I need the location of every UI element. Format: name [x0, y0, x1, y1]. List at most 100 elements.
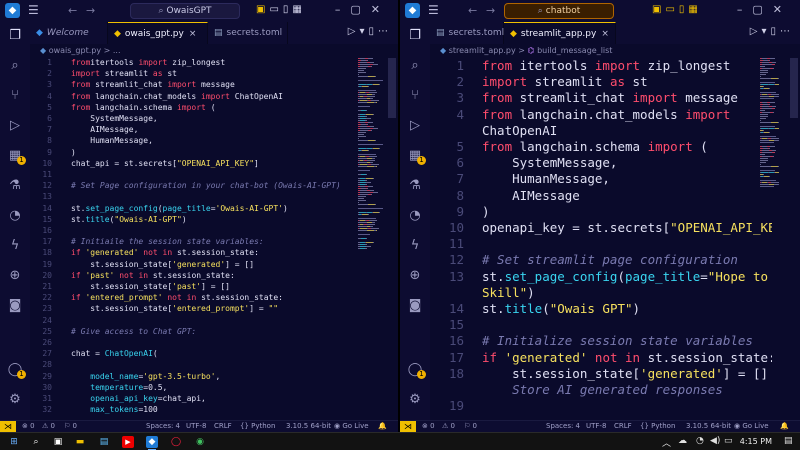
- youtube-icon[interactable]: ▶: [122, 436, 134, 448]
- store-icon[interactable]: ▤: [98, 436, 110, 448]
- back-arrow-icon[interactable]: ←: [468, 4, 477, 17]
- warnings-count[interactable]: ⚠ 0: [442, 421, 455, 432]
- code-line[interactable]: from langchain.chat_models import: [482, 107, 730, 122]
- run-debug-icon[interactable]: ▷: [407, 118, 423, 134]
- settings-gear-icon[interactable]: ⚙: [7, 392, 23, 408]
- tab-streamlit-app[interactable]: ◆ streamlit_app.py ×: [504, 22, 616, 44]
- code-line[interactable]: st.session_state['generated'] = [] #: [482, 366, 772, 381]
- code-line[interactable]: import streamlit as st: [482, 74, 648, 89]
- code-line[interactable]: max_tokens=100: [71, 405, 157, 414]
- editor-actions[interactable]: ▷▾▯⋯: [348, 26, 392, 37]
- code-line[interactable]: from langchain.schema import (: [482, 139, 708, 154]
- code-line[interactable]: AIMessage: [482, 188, 580, 203]
- command-center-search[interactable]: ⌕ OwaisGPT: [130, 3, 240, 19]
- battery-icon[interactable]: ▭: [724, 436, 733, 446]
- code-line[interactable]: ): [71, 148, 76, 157]
- code-line[interactable]: from langchain.schema import (: [71, 103, 216, 112]
- onedrive-cloud-icon[interactable]: ☁: [678, 436, 687, 446]
- code-line[interactable]: AIMessage,: [71, 125, 138, 134]
- encoding[interactable]: UTF-8: [586, 421, 606, 432]
- breadcrumb[interactable]: ◆ streamlit_app.py > ⌬ build_message_lis…: [430, 44, 800, 58]
- python-interpreter[interactable]: 3.10.5 64-bit: [686, 421, 731, 432]
- remote-explorer-icon[interactable]: ⊕: [7, 268, 23, 284]
- tab-secrets[interactable]: ▤ secrets.toml: [430, 22, 504, 44]
- scrollbar[interactable]: [790, 58, 798, 118]
- vscode-taskbar-icon[interactable]: ◆: [146, 436, 158, 450]
- layout-controls[interactable]: ▣▭▯▦: [256, 4, 306, 15]
- remote-icon[interactable]: ⋊: [0, 421, 16, 432]
- code-line[interactable]: if 'generated' not in st.session_state:: [482, 350, 772, 365]
- code-line[interactable]: st.title("Owais GPT"): [482, 301, 640, 316]
- forward-arrow-icon[interactable]: →: [86, 4, 95, 17]
- remote-icon[interactable]: ⋊: [400, 421, 416, 432]
- forward-arrow-icon[interactable]: →: [486, 4, 495, 17]
- windows-start-icon[interactable]: ⊞: [8, 436, 20, 448]
- code-line[interactable]: openai_api_key=chat_api,: [71, 394, 206, 403]
- search-icon[interactable]: ⌕: [407, 58, 423, 74]
- code-line[interactable]: from streamlit_chat import message: [482, 90, 738, 105]
- chat-icon[interactable]: ◙: [407, 298, 423, 314]
- code-line[interactable]: from langchain.chat_models import ChatOp…: [71, 92, 283, 101]
- back-arrow-icon[interactable]: ←: [68, 4, 77, 17]
- minimap[interactable]: [760, 58, 786, 248]
- code-line[interactable]: ): [482, 204, 490, 219]
- source-control-icon[interactable]: ⑂: [407, 88, 423, 104]
- chrome-icon[interactable]: ◉: [194, 436, 206, 448]
- code-line[interactable]: from streamlit_chat import message: [71, 80, 235, 89]
- code-line[interactable]: st.session_state['past'] = []: [71, 282, 230, 291]
- code-editor[interactable]: 1 from itertools import zip_longest 2 impor…: [430, 58, 772, 420]
- info-count[interactable]: ⚐ 0: [64, 421, 77, 432]
- code-line[interactable]: SystemMessage,: [71, 114, 157, 123]
- opera-icon[interactable]: ◯: [170, 436, 182, 448]
- code-line[interactable]: # Set streamlit page configuration: [482, 252, 738, 267]
- editor-actions[interactable]: ▷▾▯⋯: [750, 26, 794, 37]
- line-ending[interactable]: CRLF: [614, 421, 632, 432]
- code-line[interactable]: if 'generated' not in st.session_state:: [71, 248, 259, 257]
- remote-explorer-icon[interactable]: ⊕: [407, 268, 423, 284]
- tab-welcome[interactable]: ◆ Welcome: [30, 22, 108, 44]
- code-line[interactable]: # Give access to Chat GPT:: [71, 327, 196, 336]
- wifi-icon[interactable]: ◔: [696, 436, 704, 446]
- command-center-search[interactable]: ⌕ chatbot: [504, 3, 614, 19]
- explorer-icon[interactable]: ❐: [407, 28, 423, 44]
- search-icon[interactable]: ⌕: [7, 58, 23, 74]
- code-line[interactable]: from itertools import zip_longest: [482, 58, 730, 73]
- show-hidden-icons[interactable]: ︿: [662, 436, 671, 449]
- testing-icon[interactable]: ⚗: [7, 178, 23, 194]
- tab-owais-gpt[interactable]: ◆ owais_gpt.py ×: [108, 22, 208, 44]
- code-line[interactable]: # Initiaile the session state variables:: [71, 237, 264, 246]
- notifications-icon[interactable]: 🔔: [780, 421, 789, 432]
- run-debug-icon[interactable]: ▷: [7, 118, 23, 134]
- code-line[interactable]: Skill"): [482, 285, 535, 300]
- code-line[interactable]: st.session_state['entered_prompt'] = "": [71, 304, 278, 313]
- explorer-icon[interactable]: ❐: [7, 28, 23, 44]
- volume-icon[interactable]: ◀): [710, 436, 720, 446]
- encoding[interactable]: UTF-8: [186, 421, 206, 432]
- errors-count[interactable]: ⊗ 0: [22, 421, 35, 432]
- indentation[interactable]: Spaces: 4: [146, 421, 180, 432]
- testing-icon[interactable]: ⚗: [407, 178, 423, 194]
- thunder-icon[interactable]: ϟ: [407, 238, 423, 254]
- code-line[interactable]: # Initialize session state variables: [482, 333, 753, 348]
- line-ending[interactable]: CRLF: [214, 421, 232, 432]
- code-line[interactable]: HumanMessage,: [71, 136, 153, 145]
- code-line[interactable]: if 'entered_prompt' not in st.session_st…: [71, 293, 283, 302]
- indentation[interactable]: Spaces: 4: [546, 421, 580, 432]
- code-line[interactable]: openapi_key = st.secrets["OPENAI_API_KEY…: [482, 220, 772, 235]
- go-live-button[interactable]: ◉ Go Live: [734, 421, 769, 432]
- errors-count[interactable]: ⊗ 0: [422, 421, 435, 432]
- code-editor[interactable]: 1 fromitertools import zip_longest 2 import…: [30, 58, 370, 420]
- code-line[interactable]: st.set_page_config(page_title='Owais-AI-…: [71, 204, 288, 213]
- code-line[interactable]: st.session_state['generated'] = []: [71, 260, 254, 269]
- info-count[interactable]: ⚐ 0: [464, 421, 477, 432]
- code-line[interactable]: chat_api = st.secrets["OPENAI_API_KEY"]: [71, 159, 259, 168]
- code-line[interactable]: st.title("Owais-AI-GPT"): [71, 215, 187, 224]
- menu-hamburger-icon[interactable]: ☰: [428, 3, 439, 17]
- code-line[interactable]: SystemMessage,: [482, 155, 617, 170]
- search-icon[interactable]: ⌕: [30, 436, 42, 448]
- code-line[interactable]: # Set Page configuration in your chat-bo…: [71, 181, 341, 190]
- code-line[interactable]: temperature=0.5,: [71, 383, 167, 392]
- language-mode[interactable]: {} Python: [640, 421, 675, 432]
- code-line[interactable]: ChatOpenAI: [482, 123, 557, 138]
- go-live-button[interactable]: ◉ Go Live: [334, 421, 369, 432]
